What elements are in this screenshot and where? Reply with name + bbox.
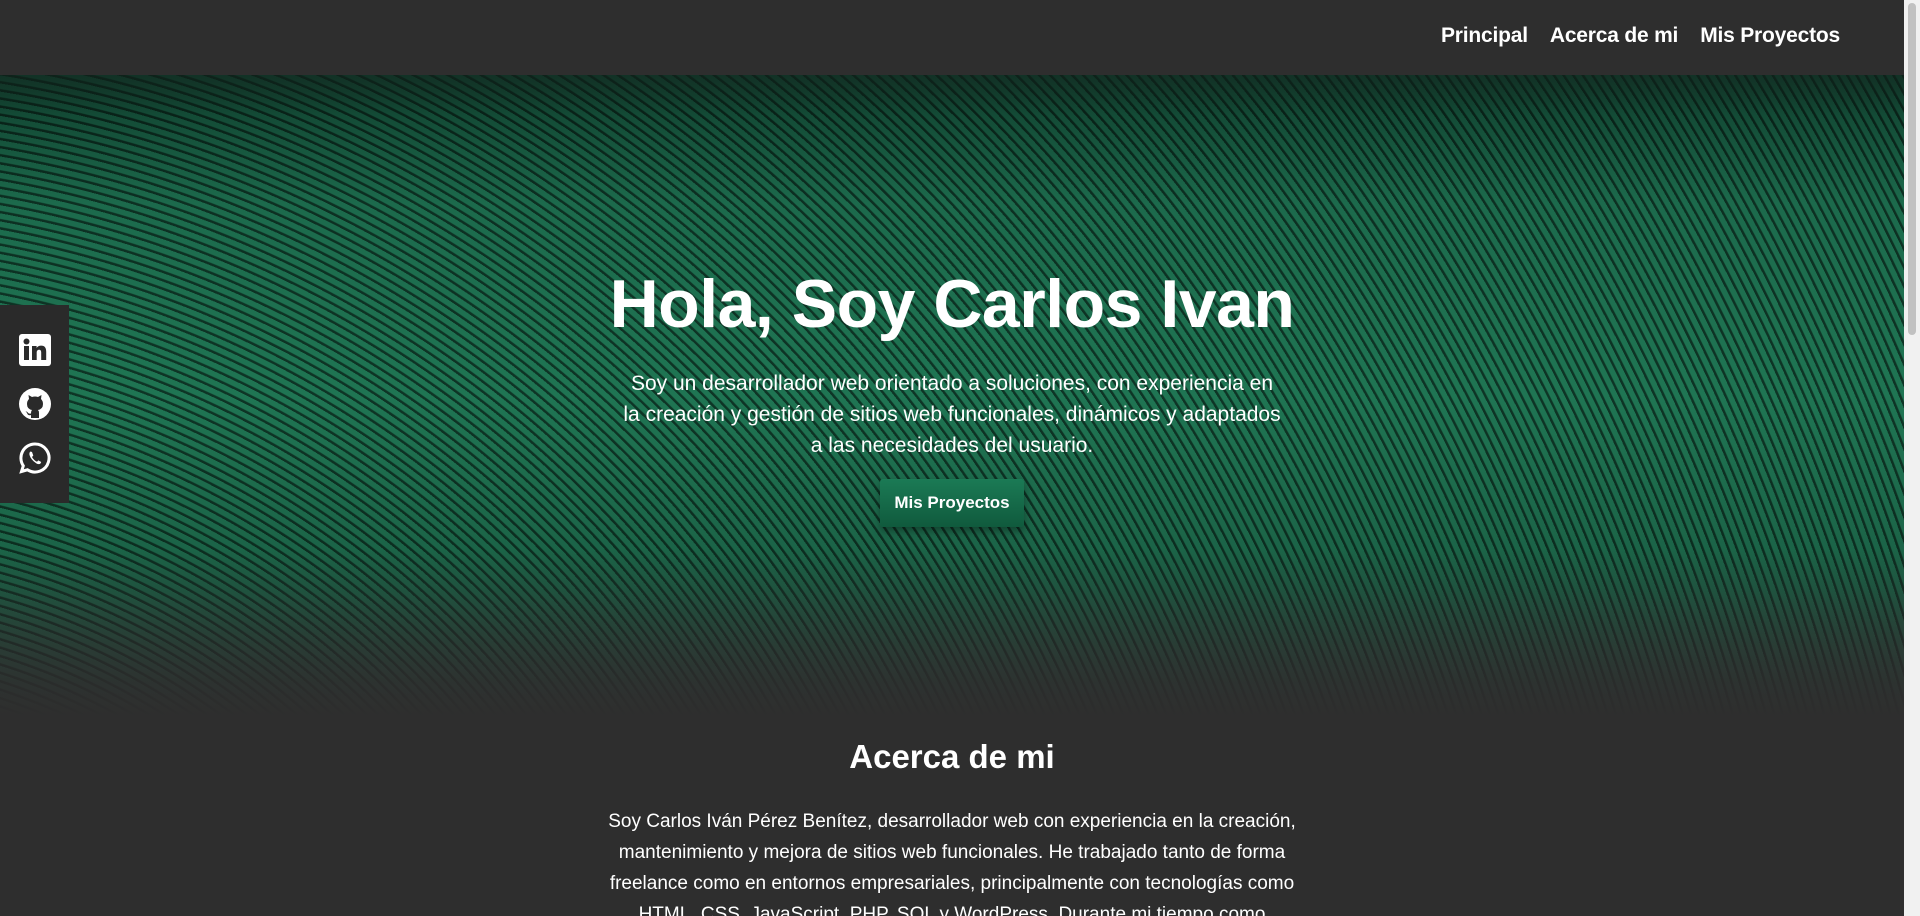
- nav-link-acerca[interactable]: Acerca de mi: [1550, 24, 1679, 48]
- portfolio-page: Principal Acerca de mi Mis Proyectos Hol…: [0, 0, 1920, 916]
- projects-button[interactable]: Mis Proyectos: [880, 479, 1024, 527]
- top-navbar: Principal Acerca de mi Mis Proyectos: [0, 0, 1904, 75]
- main-nav: Principal Acerca de mi Mis Proyectos: [1441, 24, 1840, 48]
- linkedin-link[interactable]: [18, 333, 52, 367]
- hero-content: Hola, Soy Carlos Ivan Soy un desarrollad…: [0, 270, 1904, 527]
- whatsapp-icon: [18, 442, 51, 474]
- whatsapp-link[interactable]: [18, 441, 52, 475]
- github-link[interactable]: [18, 387, 52, 421]
- hero-title: Hola, Soy Carlos Ivan: [609, 266, 1295, 342]
- hero-top-shade: [0, 75, 1904, 115]
- hero-section: Hola, Soy Carlos Ivan Soy un desarrollad…: [0, 75, 1904, 720]
- nav-link-principal[interactable]: Principal: [1441, 24, 1528, 48]
- hero-description: Soy un desarrollador web orientado a sol…: [623, 372, 1281, 457]
- about-text: Soy Carlos Iván Pérez Benítez, desarroll…: [608, 811, 1296, 916]
- nav-link-proyectos[interactable]: Mis Proyectos: [1700, 24, 1840, 48]
- github-icon: [18, 388, 51, 420]
- hero-bottom-fade: [0, 550, 1904, 720]
- scrollbar-thumb[interactable]: [1908, 3, 1916, 335]
- about-title: Acerca de mi: [849, 738, 1055, 775]
- vertical-scrollbar[interactable]: [1904, 0, 1920, 916]
- linkedin-icon: [18, 334, 51, 366]
- social-sidebar: [0, 305, 69, 503]
- about-section: Acerca de mi Soy Carlos Iván Pérez Benít…: [0, 720, 1904, 916]
